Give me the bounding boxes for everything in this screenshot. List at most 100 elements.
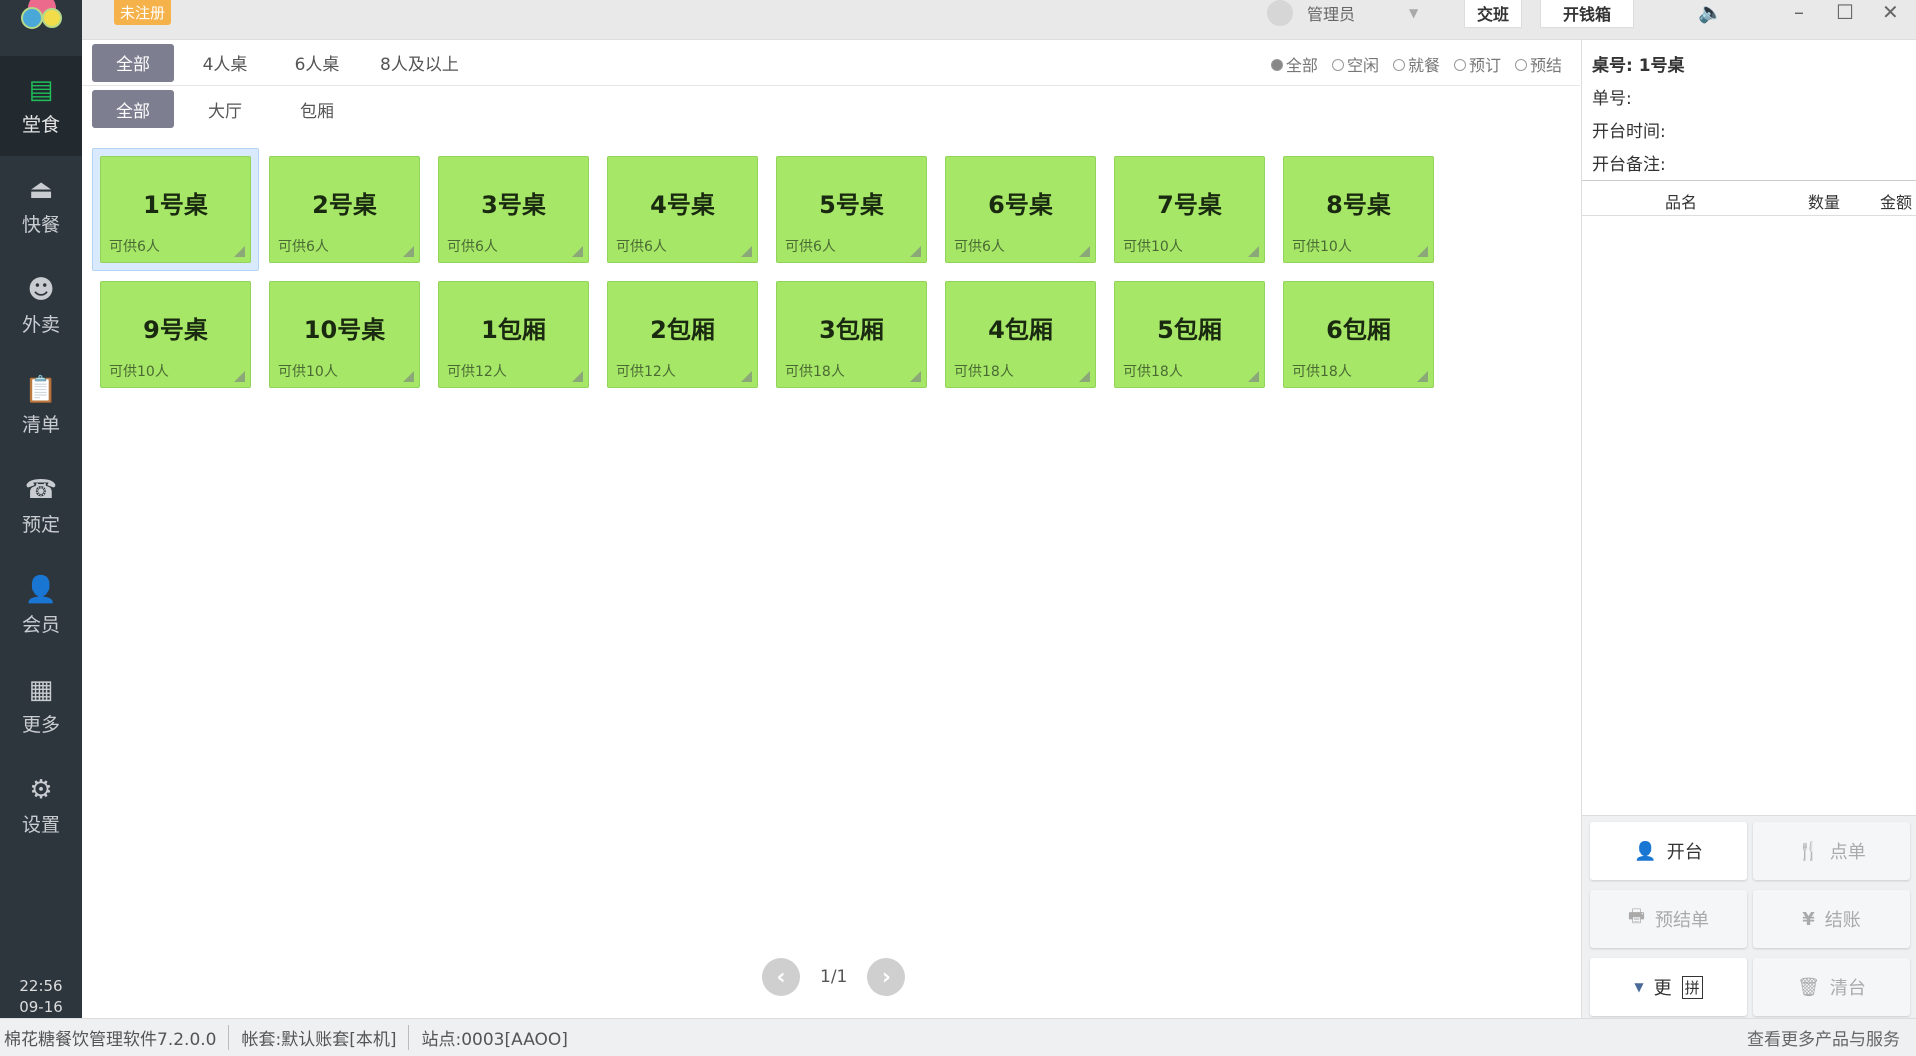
area-filter-0[interactable]: 全部 — [92, 90, 174, 128]
more-products-link[interactable]: 查看更多产品与服务 — [1735, 1025, 1912, 1050]
table-capacity: 可供6人 — [954, 239, 1005, 255]
table-capacity: 可供6人 — [785, 239, 836, 255]
table-name: 5号桌 — [819, 191, 884, 219]
maximize-icon[interactable]: ☐ — [1836, 0, 1854, 24]
table-card[interactable]: 10号桌 可供10人 — [269, 281, 420, 388]
gear-icon: ⚙ — [29, 775, 53, 805]
prev-page-button[interactable]: ‹ — [762, 958, 800, 996]
close-icon[interactable]: ✕ — [1882, 0, 1899, 24]
corner-icon — [572, 371, 583, 382]
corner-icon — [910, 371, 921, 382]
clock: 22:56 09-16 — [0, 976, 82, 1018]
sidebar-item-3[interactable]: 📋 清单 — [0, 356, 82, 456]
sidebar-item-0[interactable]: ▤ 堂食 — [0, 56, 82, 156]
size-filter-0[interactable]: 全部 — [92, 43, 174, 82]
trash-icon: 🗑 — [1797, 976, 1820, 998]
sidebar-item-5[interactable]: 👤 会员 — [0, 556, 82, 656]
sidebar-item-6[interactable]: ▦ 更多 — [0, 656, 82, 756]
area-filter-2[interactable]: 包厢 — [276, 90, 358, 128]
sidebar-item-4[interactable]: ☎ 预定 — [0, 456, 82, 556]
table-number: 桌号: 1号桌 — [1592, 56, 1685, 76]
area-filter: 全部 大厅 包厢 — [82, 86, 1580, 132]
yen-icon: ¥ — [1802, 908, 1815, 930]
clipboard-icon: 📋 — [24, 375, 58, 405]
area-filter-1[interactable]: 大厅 — [184, 90, 266, 128]
table-card[interactable]: 8号桌 可供10人 — [1283, 156, 1434, 263]
open-time: 开台时间: — [1592, 122, 1666, 142]
table-card[interactable]: 6包厢 可供18人 — [1283, 281, 1434, 388]
table-card[interactable]: 1号桌 可供6人 — [100, 156, 251, 263]
table-capacity: 可供6人 — [278, 239, 329, 255]
size-filter-2[interactable]: 6人桌 — [276, 44, 358, 82]
table-card[interactable]: 9号桌可供10人 — [100, 281, 251, 388]
corner-icon — [1079, 246, 1090, 257]
clear-table-button[interactable]: 🗑 清台 — [1753, 958, 1910, 1016]
minimize-icon[interactable]: – — [1794, 0, 1804, 24]
status-radio-0[interactable]: 全部 — [1271, 52, 1318, 76]
table-card[interactable]: 2号桌可供6人 — [269, 156, 420, 263]
more-button[interactable]: ▼ 更拼 — [1590, 958, 1747, 1016]
sidebar: ▤ 堂食 ⏏ 快餐 ☻ 外卖 📋 清单 ☎ 预定 👤 会员 ▦ 更多 ⚙ 设置 22:56 09-16 — [0, 0, 82, 1018]
open-label: 开台 — [1666, 842, 1703, 863]
sidebar-item-1[interactable]: ⏏ 快餐 — [0, 156, 82, 256]
page-indicator: 1/1 — [820, 967, 848, 987]
clock-time: 22:56 — [19, 977, 63, 995]
open-table-button[interactable]: 👤 开台 — [1590, 822, 1747, 880]
table-card[interactable]: 2包厢 可供12人 — [607, 281, 758, 388]
cashbox-button[interactable]: 开钱箱 — [1540, 0, 1634, 28]
order-label: 点单 — [1829, 842, 1866, 863]
table-name: 2包厢 — [650, 316, 715, 344]
status-radio-4[interactable]: 预结 — [1515, 52, 1562, 76]
table-card[interactable]: 1包厢 可供12人 — [438, 281, 589, 388]
unregistered-badge[interactable]: 未注册 — [114, 0, 172, 25]
speaker-icon[interactable]: 🔈 — [1698, 0, 1723, 24]
size-filter-3[interactable]: 8人及以上 — [368, 44, 471, 82]
more-label: 更 — [1653, 978, 1672, 999]
corner-icon — [1248, 371, 1259, 382]
table-card[interactable]: 7号桌 可供10人 — [1114, 156, 1265, 263]
size-filter-1[interactable]: 4人桌 — [184, 44, 266, 82]
table-name: 3号桌 — [481, 191, 546, 219]
table-card[interactable]: 5号桌可供6人 — [776, 156, 927, 263]
order-button[interactable]: 🍴 点单 — [1753, 822, 1910, 880]
table-capacity: 可供10人 — [109, 364, 169, 380]
version-text: 棉花糖餐饮管理软件7.2.0.0 — [0, 1025, 230, 1050]
corner-icon — [403, 371, 414, 382]
sidebar-item-label: 会员 — [21, 614, 60, 636]
table-card[interactable]: 3号桌 可供6人 — [438, 156, 589, 263]
phone-icon: ☎ — [24, 475, 58, 505]
checkout-label: 结账 — [1824, 910, 1861, 931]
col-amount: 金额 — [1880, 193, 1913, 212]
pagination: ‹ 1/1 › — [762, 958, 906, 996]
shift-button[interactable]: 交班 — [1464, 0, 1522, 28]
status-radio-3[interactable]: 预订 — [1454, 52, 1501, 76]
corner-icon — [741, 246, 752, 257]
caret-down-icon: ▼ — [1634, 980, 1644, 994]
sidebar-item-2[interactable]: ☻ 外卖 — [0, 256, 82, 356]
next-page-button[interactable]: › — [867, 958, 906, 996]
table-name: 9号桌 — [143, 316, 208, 344]
table-card[interactable]: 5包厢 可供18人 — [1114, 281, 1265, 388]
open-note: 开台备注: — [1592, 155, 1666, 175]
grid-icon: ▦ — [28, 675, 54, 705]
corner-icon — [1417, 246, 1428, 257]
table-card[interactable]: 6号桌 可供6人 — [945, 156, 1096, 263]
table-card[interactable]: 3包厢 可供18人 — [776, 281, 927, 388]
checkout-button[interactable]: ¥ 结账 — [1753, 890, 1910, 948]
user-menu[interactable]: 管理员 ▼ — [1267, 0, 1418, 26]
table-name: 2号桌 — [312, 191, 377, 219]
table-capacity: 可供10人 — [1123, 239, 1183, 255]
order-number: 单号: — [1592, 89, 1632, 109]
table-card[interactable]: 4号桌 可供6人 — [607, 156, 758, 263]
table-name: 1包厢 — [481, 316, 546, 344]
printer-icon: 🖶 — [1628, 906, 1645, 927]
app-logo — [21, 0, 62, 29]
table-card[interactable]: 4包厢 可供18人 — [945, 281, 1096, 388]
prebill-button[interactable]: 🖶 预结单 — [1590, 890, 1747, 948]
col-name: 品名 — [1665, 193, 1698, 212]
sidebar-item-7[interactable]: ⚙ 设置 — [0, 756, 82, 856]
status-radio-2[interactable]: 就餐 — [1393, 52, 1440, 76]
corner-icon — [234, 246, 245, 257]
status-radio-1[interactable]: 空闲 — [1332, 52, 1379, 76]
chevron-down-icon: ▼ — [1409, 6, 1419, 20]
